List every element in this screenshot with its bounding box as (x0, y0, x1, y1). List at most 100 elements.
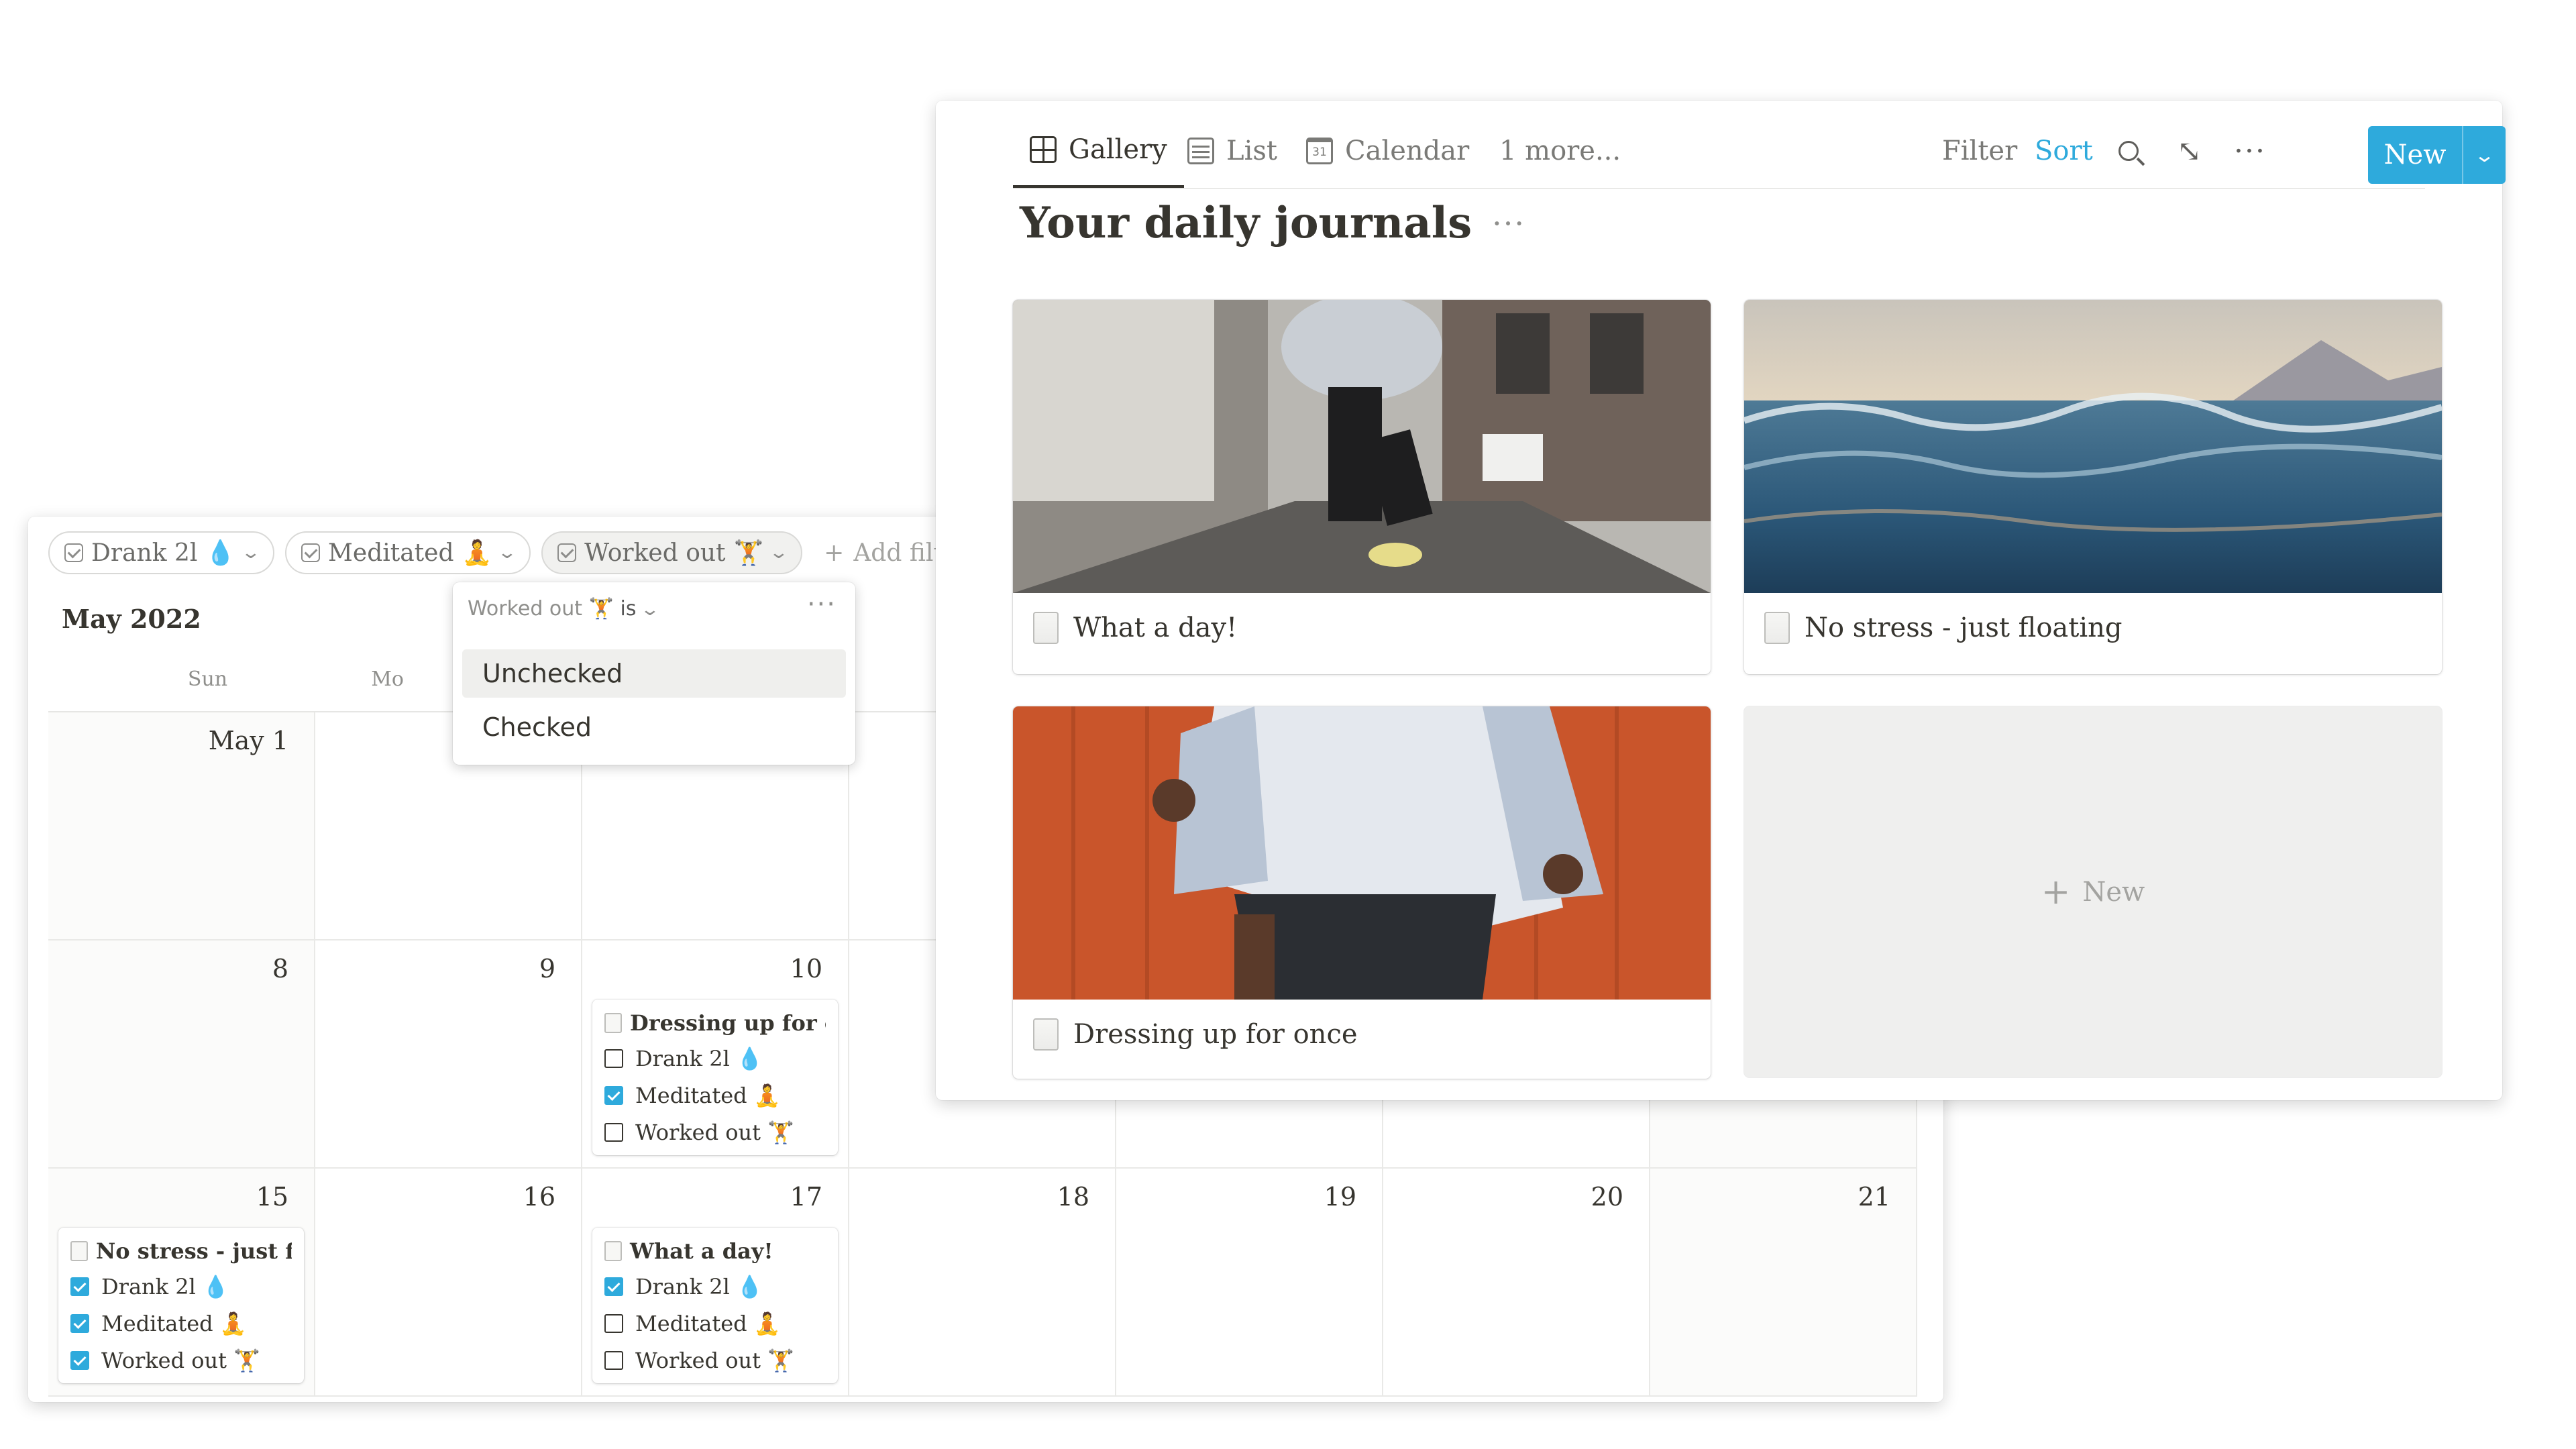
entry-property-row: Meditated 🧘 (604, 1077, 826, 1114)
day-cell[interactable]: 17 What a day! Drank 2l 💧 Meditated 🧘 Wo… (582, 1169, 849, 1397)
filter-chip-worked-out[interactable]: Worked out 🏋 ⌄ (541, 531, 803, 574)
property-label: Drank 2l (101, 1273, 196, 1299)
property-checkbox[interactable] (604, 1049, 623, 1068)
chevron-down-icon: ⌄ (240, 543, 262, 563)
month-label: May 2022 (62, 604, 201, 634)
day-number: 20 (1591, 1182, 1623, 1212)
tab-gallery[interactable]: Gallery (1013, 114, 1184, 188)
property-label: Meditated (101, 1310, 213, 1336)
gallery-card[interactable]: What a day! (1013, 300, 1711, 674)
entry-property-row: Worked out 🏋 (604, 1114, 826, 1150)
more-options-icon[interactable]: ··· (2234, 114, 2266, 188)
day-number: May 1 (208, 726, 288, 755)
weekday-header-mon: Mo (371, 667, 404, 691)
tab-calendar[interactable]: 31 Calendar (1306, 114, 1469, 188)
option-unchecked[interactable]: Unchecked (462, 649, 846, 698)
page-icon (604, 1013, 622, 1033)
water-drop-icon: 💧 (202, 1273, 229, 1299)
day-cell[interactable]: 15 No stress - just fl... Drank 2l 💧 Med… (48, 1169, 315, 1397)
database-title-row: Your daily journals ··· (1020, 198, 1525, 248)
property-checkbox[interactable] (604, 1277, 623, 1296)
filter-chip-label: Worked out (584, 539, 726, 567)
entry-title-row: What a day! (604, 1234, 826, 1268)
gallery-card-caption: What a day! (1033, 612, 1237, 644)
gallery-card[interactable]: No stress - just floating (1744, 300, 2442, 674)
calendar-entry-card[interactable]: No stress - just fl... Drank 2l 💧 Medita… (58, 1228, 304, 1383)
more-options-icon[interactable]: ··· (807, 589, 837, 620)
filter-condition[interactable]: Worked out 🏋 is ⌄ (468, 597, 660, 621)
new-gallery-card-button[interactable]: + New (1744, 706, 2442, 1077)
chevron-down-icon: ⌄ (639, 600, 661, 620)
entry-title: What a day! (630, 1238, 773, 1264)
day-cell[interactable]: 10 Dressing up for o... Drank 2l 💧 Medit… (582, 941, 849, 1169)
entry-property-row: Meditated 🧘 (70, 1305, 292, 1342)
search-icon (2118, 141, 2139, 161)
view-tabs: Gallery List 31 Calendar 1 more... Filte… (1013, 114, 2506, 189)
filter-button[interactable]: Filter (1942, 114, 2017, 188)
day-cell[interactable]: May 1 (48, 712, 315, 941)
new-button[interactable]: New ⌄ (2368, 126, 2506, 184)
plus-icon: + (2041, 871, 2071, 912)
day-number: 16 (523, 1182, 555, 1212)
tab-more[interactable]: 1 more... (1499, 114, 1621, 188)
expand-icon[interactable]: ⤡ (2177, 114, 2202, 188)
water-drop-icon: 💧 (205, 539, 236, 567)
gallery-card-caption: Dressing up for once (1033, 1018, 1358, 1051)
water-drop-icon: 💧 (736, 1273, 763, 1299)
entry-property-row: Worked out 🏋 (604, 1342, 826, 1379)
page-icon (1033, 612, 1059, 644)
entry-property-row: Drank 2l 💧 (604, 1268, 826, 1305)
day-cell[interactable]: 21 (1650, 1169, 1917, 1397)
property-checkbox[interactable] (604, 1122, 623, 1142)
calendar-entry-card[interactable]: Dressing up for o... Drank 2l 💧 Meditate… (592, 1000, 838, 1155)
gallery-card[interactable]: Dressing up for once (1013, 706, 1711, 1079)
ocean-waves-photo (1744, 300, 2442, 593)
day-cell[interactable]: 8 (48, 941, 315, 1169)
calendar-entry-card[interactable]: What a day! Drank 2l 💧 Meditated 🧘 Worke… (592, 1228, 838, 1383)
search-button[interactable] (2118, 114, 2139, 188)
page-icon (604, 1241, 622, 1261)
gallery-card-title: No stress - just floating (1805, 612, 2123, 643)
database-title[interactable]: Your daily journals (1020, 198, 1472, 248)
more-options-icon[interactable]: ··· (1492, 205, 1525, 241)
day-cell[interactable]: 20 (1383, 1169, 1650, 1397)
entry-title-row: No stress - just fl... (70, 1234, 292, 1268)
checkbox-property-icon (64, 543, 83, 562)
calendar-icon: 31 (1306, 138, 1333, 164)
property-label: Worked out (635, 1119, 761, 1145)
day-number: 19 (1324, 1182, 1356, 1212)
gallery-card-caption: No stress - just floating (1764, 612, 2123, 644)
filter-chip-meditated[interactable]: Meditated 🧘 ⌄ (285, 531, 531, 574)
property-checkbox[interactable] (604, 1313, 623, 1333)
day-cell[interactable]: 16 (315, 1169, 582, 1397)
day-cell[interactable]: 18 (849, 1169, 1116, 1397)
option-checked[interactable]: Checked (462, 703, 846, 751)
chevron-down-icon[interactable]: ⌄ (2455, 144, 2514, 166)
filter-dropdown: Worked out 🏋 is ⌄ ··· Unchecked Checked (453, 582, 855, 765)
page-icon (70, 1241, 88, 1261)
tab-list[interactable]: List (1187, 114, 1277, 188)
property-checkbox[interactable] (70, 1313, 89, 1333)
property-label: Worked out (101, 1347, 227, 1373)
weightlifting-icon: 🏋 (233, 1347, 260, 1373)
property-label: Meditated (635, 1082, 747, 1108)
weightlifting-icon: 🏋 (767, 1119, 794, 1145)
filter-chip-drank[interactable]: Drank 2l 💧 ⌄ (48, 531, 275, 574)
day-number: 9 (539, 954, 555, 983)
entry-property-row: Drank 2l 💧 (604, 1040, 826, 1077)
property-checkbox[interactable] (70, 1277, 89, 1296)
checkbox-property-icon (557, 543, 577, 562)
day-cell[interactable]: 19 (1116, 1169, 1383, 1397)
weightlifting-icon: 🏋 (588, 597, 614, 621)
entry-title: Dressing up for o... (630, 1010, 826, 1036)
tab-label: List (1226, 136, 1277, 166)
day-cell[interactable]: 9 (315, 941, 582, 1169)
property-checkbox[interactable] (70, 1350, 89, 1370)
sort-button[interactable]: Sort (2035, 114, 2093, 188)
property-checkbox[interactable] (604, 1085, 623, 1105)
property-checkbox[interactable] (604, 1350, 623, 1370)
filter-operator[interactable]: is (621, 597, 637, 621)
gallery-card-title: Dressing up for once (1073, 1019, 1358, 1050)
new-card-label: New (2082, 876, 2145, 908)
meditation-icon: 🧘 (462, 539, 492, 567)
